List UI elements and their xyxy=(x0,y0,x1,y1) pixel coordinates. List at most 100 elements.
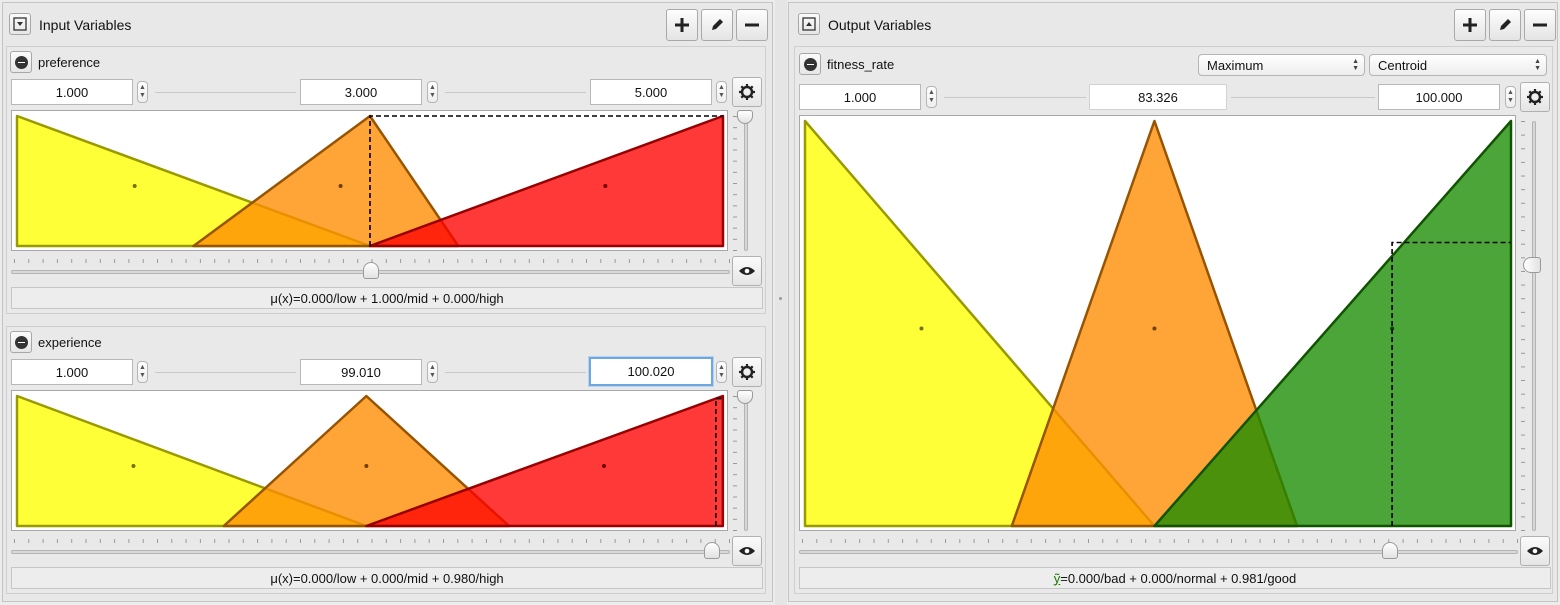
height-slider-ticks xyxy=(733,116,737,251)
fuzzification-result: μ(x)=0.000/low + 1.000/mid + 0.000/high xyxy=(11,287,763,309)
accumulation-select[interactable]: Maximum ▲ ▼ xyxy=(1198,54,1365,76)
pencil-icon xyxy=(1500,19,1511,30)
minus-icon xyxy=(1533,23,1547,27)
membership-chart-preference xyxy=(15,114,725,248)
height-slider-track[interactable] xyxy=(744,396,748,531)
remove-circle-icon xyxy=(803,57,817,71)
eye-icon xyxy=(1527,547,1543,555)
value-slider-handle[interactable] xyxy=(362,262,379,279)
edit-output-variable-button[interactable] xyxy=(1489,9,1521,41)
min-field[interactable]: 1.000 xyxy=(11,359,133,385)
toggle-visibility-button[interactable] xyxy=(732,256,762,286)
divider xyxy=(155,372,296,373)
value-stepper[interactable]: ▲ ▼ xyxy=(427,361,438,383)
remove-input-variable-button[interactable] xyxy=(736,9,768,41)
settings-button[interactable] xyxy=(1520,82,1550,112)
remove-output-variable-button[interactable] xyxy=(1524,9,1556,41)
remove-fitness-rate-button[interactable] xyxy=(799,53,821,75)
add-icon xyxy=(675,18,689,32)
divider xyxy=(944,97,1086,98)
max-field[interactable]: 100.020 xyxy=(589,357,713,386)
input-panel-title: Input Variables xyxy=(39,17,132,33)
remove-experience-button[interactable] xyxy=(10,331,32,353)
membership-term-mid xyxy=(192,114,460,248)
minus-icon xyxy=(745,23,759,27)
panel-splitter[interactable] xyxy=(775,0,787,605)
eye-icon xyxy=(739,547,755,555)
select-arrows-icon: ▲ ▼ xyxy=(1352,58,1359,72)
value-slider-handle[interactable] xyxy=(1381,542,1398,559)
min-field[interactable]: 1.000 xyxy=(11,79,133,105)
add-output-variable-button[interactable] xyxy=(1454,9,1486,41)
term-centroid-marker xyxy=(338,184,343,188)
value-slider-handle[interactable] xyxy=(703,542,720,559)
defuzzifier-value: Centroid xyxy=(1378,57,1428,73)
gear-icon xyxy=(1527,89,1543,105)
value-slider-ticks xyxy=(802,539,1518,543)
value-slider-track[interactable] xyxy=(799,550,1518,554)
height-slider-track[interactable] xyxy=(1532,121,1536,531)
collapse-arrow-icon xyxy=(13,17,27,31)
max-field[interactable]: 5.000 xyxy=(590,79,712,105)
max-stepper[interactable]: ▲ ▼ xyxy=(716,81,727,103)
toggle-visibility-button[interactable] xyxy=(1520,536,1550,566)
divider xyxy=(445,92,586,93)
height-slider-ticks xyxy=(733,396,737,531)
height-slider-ticks xyxy=(1521,121,1525,531)
add-input-variable-button[interactable] xyxy=(666,9,698,41)
variable-name: preference xyxy=(38,55,101,70)
value-slider-ticks xyxy=(14,539,730,543)
min-field[interactable]: 1.000 xyxy=(799,84,921,110)
variable-name: experience xyxy=(38,335,102,350)
settings-button[interactable] xyxy=(732,357,762,387)
divider xyxy=(445,372,586,373)
gear-icon xyxy=(739,364,755,380)
fuzzification-result: μ(x)=0.000/low + 0.000/mid + 0.980/high xyxy=(11,567,763,589)
membership-chart-experience xyxy=(15,394,725,528)
eye-icon xyxy=(739,267,755,275)
term-centroid-marker xyxy=(603,184,608,188)
toggle-visibility-button[interactable] xyxy=(732,536,762,566)
remove-circle-icon xyxy=(14,55,28,69)
remove-preference-button[interactable] xyxy=(10,51,32,73)
collapse-input-panel-button[interactable] xyxy=(9,13,31,35)
max-field[interactable]: 100.000 xyxy=(1378,84,1500,110)
min-stepper[interactable]: ▲ ▼ xyxy=(926,86,937,108)
term-centroid-marker xyxy=(919,326,924,331)
add-icon xyxy=(1463,18,1477,32)
result-text: =0.000/bad + 0.000/normal + 0.981/good xyxy=(1060,570,1297,586)
value-slider-track[interactable] xyxy=(11,550,730,554)
term-centroid-marker xyxy=(131,464,136,468)
defuzzification-result: ỹ =0.000/bad + 0.000/normal + 0.981/good xyxy=(799,567,1551,589)
membership-chart-fitness-rate xyxy=(803,119,1513,528)
min-stepper[interactable]: ▲ ▼ xyxy=(137,361,148,383)
variable-name: fitness_rate xyxy=(827,57,895,72)
membership-term-high xyxy=(368,114,725,248)
value-stepper[interactable]: ▲ ▼ xyxy=(427,81,438,103)
max-stepper[interactable]: ▲ ▼ xyxy=(1505,86,1516,108)
defuzzified-value-field: 83.326 xyxy=(1089,84,1227,110)
min-stepper[interactable]: ▲ ▼ xyxy=(137,81,148,103)
edit-input-variable-button[interactable] xyxy=(701,9,733,41)
accumulation-value: Maximum xyxy=(1207,57,1264,73)
gear-icon xyxy=(739,84,755,100)
term-centroid-marker xyxy=(364,464,369,468)
expand-arrow-icon xyxy=(802,17,816,31)
select-arrows-icon: ▲ ▼ xyxy=(1534,58,1541,72)
output-panel-title: Output Variables xyxy=(828,17,932,33)
value-field[interactable]: 99.010 xyxy=(300,359,422,385)
height-slider-track[interactable] xyxy=(744,116,748,251)
term-centroid-marker xyxy=(132,184,137,188)
value-field[interactable]: 3.000 xyxy=(300,79,422,105)
divider xyxy=(155,92,296,93)
collapse-output-panel-button[interactable] xyxy=(798,13,820,35)
remove-circle-icon xyxy=(14,335,28,349)
defuzzifier-select[interactable]: Centroid ▲ ▼ xyxy=(1369,54,1547,76)
height-slider-handle[interactable] xyxy=(1523,257,1541,273)
term-centroid-marker xyxy=(602,464,607,468)
term-centroid-marker xyxy=(1152,326,1157,331)
pencil-icon xyxy=(712,19,723,30)
settings-button[interactable] xyxy=(732,77,762,107)
max-stepper[interactable]: ▲ ▼ xyxy=(716,361,727,383)
divider xyxy=(1231,97,1375,98)
